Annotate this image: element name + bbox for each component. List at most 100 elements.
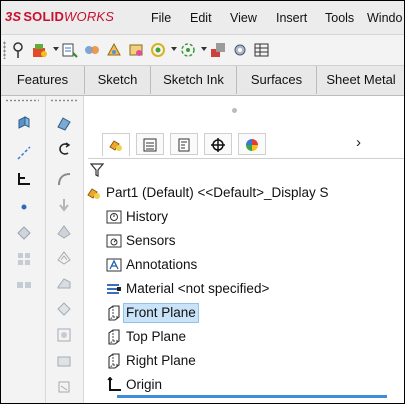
logo-text: WORKS bbox=[64, 9, 115, 24]
tree-item-right-plane[interactable]: Right Plane bbox=[106, 351, 396, 371]
tab-property-manager[interactable] bbox=[136, 133, 164, 155]
rollback-bar[interactable] bbox=[117, 395, 387, 398]
standard-toolbar bbox=[1, 35, 404, 66]
assembly-icon[interactable] bbox=[105, 41, 123, 59]
tab-sketch[interactable]: Sketch bbox=[85, 66, 151, 94]
logo-bold-text: SOLID bbox=[23, 9, 65, 24]
appearance-dropdown-icon[interactable] bbox=[171, 47, 177, 51]
history-icon bbox=[106, 210, 122, 224]
feature-manager-panel: › Part1 (Default) <<Default>_Display S H… bbox=[84, 96, 404, 403]
intersect-icon[interactable] bbox=[55, 352, 73, 370]
plane-icon bbox=[108, 329, 120, 345]
tab-sheet-metal[interactable]: Sheet Metal bbox=[317, 66, 404, 94]
tree-item-origin[interactable]: Origin bbox=[106, 375, 396, 395]
part-icon bbox=[87, 188, 100, 199]
material-label: Material <not specified> bbox=[126, 281, 270, 296]
mate-icon[interactable] bbox=[83, 41, 101, 59]
plane-icon bbox=[108, 305, 120, 321]
menu-insert[interactable]: Insert bbox=[276, 11, 307, 25]
scene-icon[interactable] bbox=[179, 41, 197, 59]
reference-geometry-icon[interactable] bbox=[15, 224, 33, 242]
arrow-down-icon[interactable] bbox=[55, 196, 73, 214]
origin-icon bbox=[107, 377, 121, 391]
smart-dimension-icon[interactable] bbox=[15, 170, 33, 188]
tab-display-manager[interactable] bbox=[238, 133, 266, 155]
extrude-icon[interactable] bbox=[15, 114, 33, 132]
right-plane-label: Right Plane bbox=[126, 353, 196, 368]
menu-bar: 3S SOLIDWORKS File Edit View Insert Tools… bbox=[1, 1, 404, 35]
toolbar-grip[interactable] bbox=[3, 41, 6, 59]
secondary-left-toolbar bbox=[46, 96, 84, 403]
pin-icon[interactable] bbox=[9, 41, 27, 59]
left-toolbar bbox=[1, 96, 46, 403]
menu-edit[interactable]: Edit bbox=[190, 11, 212, 25]
left-toolbar-grip[interactable] bbox=[5, 99, 39, 102]
options-icon[interactable] bbox=[61, 41, 79, 59]
solidworks-window: 3S SOLIDWORKS File Edit View Insert Tools… bbox=[0, 0, 405, 404]
wrap-icon[interactable] bbox=[55, 326, 73, 344]
menu-view[interactable]: View bbox=[230, 11, 257, 25]
configuration-manager-icon bbox=[178, 138, 190, 152]
tree-item-sensors[interactable]: Sensors bbox=[106, 231, 396, 251]
annotations-label: Annotations bbox=[126, 257, 198, 272]
fillet-icon[interactable] bbox=[55, 170, 73, 188]
command-manager-tabs: Features Sketch Sketch Ink Surfaces Shee… bbox=[1, 66, 404, 96]
tab-surfaces[interactable]: Surfaces bbox=[237, 66, 317, 94]
tree-item-material[interactable]: Material <not specified> bbox=[106, 279, 396, 299]
point-icon[interactable] bbox=[15, 198, 33, 216]
tab-configuration-manager[interactable] bbox=[170, 133, 198, 155]
rebuild-dropdown-icon[interactable] bbox=[53, 47, 59, 51]
draft-icon[interactable] bbox=[55, 300, 73, 318]
more-tabs-button[interactable]: › bbox=[356, 134, 361, 151]
menu-window[interactable]: Windo bbox=[367, 11, 402, 25]
tree-item-front-plane[interactable]: Front Plane bbox=[106, 303, 396, 323]
tab-feature-manager[interactable] bbox=[102, 133, 130, 156]
shell-icon[interactable] bbox=[55, 248, 73, 266]
hide-show-icon[interactable] bbox=[127, 41, 145, 59]
menu-tools[interactable]: Tools bbox=[325, 11, 354, 25]
undo-icon[interactable] bbox=[55, 140, 73, 158]
filter-icon[interactable] bbox=[90, 163, 104, 177]
dimxpert-icon bbox=[211, 138, 225, 152]
property-manager-icon bbox=[143, 138, 157, 152]
origin-label: Origin bbox=[126, 377, 163, 392]
pattern-icon[interactable] bbox=[15, 250, 33, 268]
revolve-icon[interactable] bbox=[55, 114, 73, 132]
plane-icon bbox=[108, 353, 120, 369]
part-label: Part1 (Default) <<Default>_Display S bbox=[106, 185, 329, 200]
grid-icon[interactable] bbox=[253, 41, 271, 59]
material-icon bbox=[107, 284, 121, 294]
logo-mark: 3S bbox=[5, 9, 22, 24]
tree-item-history[interactable]: History bbox=[106, 207, 396, 227]
tree-item-top-plane[interactable]: Top Plane bbox=[106, 327, 396, 347]
sensors-label: Sensors bbox=[126, 233, 176, 248]
top-plane-label: Top Plane bbox=[126, 329, 187, 344]
tree-item-annotations[interactable]: Annotations bbox=[106, 255, 396, 275]
front-plane-label: Front Plane bbox=[123, 303, 199, 323]
chamfer-icon[interactable] bbox=[55, 222, 73, 240]
history-label: History bbox=[126, 209, 169, 224]
tree-root-part[interactable]: Part1 (Default) <<Default>_Display S bbox=[86, 183, 404, 203]
tab-features[interactable]: Features bbox=[1, 66, 85, 94]
rebuild-icon[interactable] bbox=[31, 41, 49, 59]
sensors-icon bbox=[106, 234, 122, 248]
display-manager-icon bbox=[246, 139, 258, 151]
tab-dimxpert-manager[interactable] bbox=[204, 133, 232, 155]
manager-tabs: › bbox=[88, 133, 388, 156]
menu-file[interactable]: File bbox=[151, 11, 171, 25]
secondary-toolbar-grip[interactable] bbox=[50, 99, 79, 102]
appearance-icon[interactable] bbox=[149, 41, 167, 59]
mirror-icon[interactable] bbox=[15, 276, 33, 294]
scene-dropdown-icon[interactable] bbox=[201, 47, 207, 51]
sketch-line-icon[interactable] bbox=[15, 144, 33, 162]
rib-icon[interactable] bbox=[55, 274, 73, 292]
filter-bar bbox=[88, 158, 404, 181]
tab-sketch-ink[interactable]: Sketch Ink bbox=[151, 66, 237, 94]
panel-grip[interactable] bbox=[232, 108, 237, 113]
feature-manager-icon bbox=[109, 140, 122, 151]
evaluate-icon[interactable] bbox=[209, 41, 227, 59]
curves-icon[interactable] bbox=[55, 378, 73, 396]
settings-gear-icon[interactable] bbox=[231, 41, 249, 59]
annotations-icon bbox=[106, 258, 122, 272]
solidworks-logo[interactable]: 3S SOLIDWORKS bbox=[5, 9, 114, 27]
